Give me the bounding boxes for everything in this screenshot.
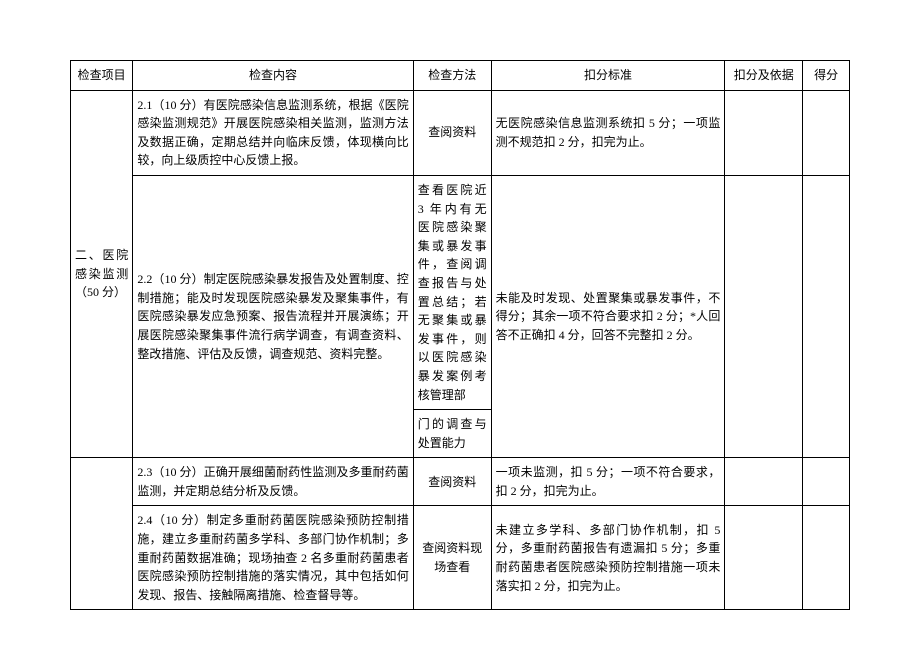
header-basis: 扣分及依据: [725, 61, 803, 91]
cell-score: [803, 458, 850, 506]
cell-content: 2.1（10 分）有医院感染信息监测系统，根据《医院感染监测规范》开展医院感染相…: [133, 90, 413, 175]
cell-std: 未建立多学科、多部门协作机制，扣 5 分，多重耐药菌报告有遗漏扣 5 分；多重耐…: [491, 506, 725, 610]
table-row: 二、医院感染监测（50 分） 2.1（10 分）有医院感染信息监测系统，根据《医…: [71, 90, 850, 175]
cell-score: [803, 90, 850, 175]
table-row: 2.4（10 分）制定多重耐药菌医院感染预防控制措施，建立多重耐药菌多学科、多部…: [71, 506, 850, 610]
table-row: 2.2（10 分）制定医院感染暴发报告及处置制度、控制措施；能及时发现医院感染暴…: [71, 175, 850, 409]
cell-std: 一项未监测，扣 5 分；一项不符合要求，扣 2 分，扣完为止。: [491, 458, 725, 506]
cell-score: [803, 506, 850, 610]
cell-method-tail: 门的调查与处置能力: [413, 410, 491, 458]
cell-std: 无医院感染信息监测系统扣 5 分；一项监测不规范扣 2 分，扣完为止。: [491, 90, 725, 175]
header-row: 检查项目 检查内容 检查方法 扣分标准 扣分及依据 得分: [71, 61, 850, 91]
header-std: 扣分标准: [491, 61, 725, 91]
cell-basis: [725, 175, 803, 457]
table-row: 2.3（10 分）正确开展细菌耐药性监测及多重耐药菌监测，并定期总结分析及反馈。…: [71, 458, 850, 506]
header-score: 得分: [803, 61, 850, 91]
cell-method: 查阅资料: [413, 458, 491, 506]
cell-basis: [725, 506, 803, 610]
cell-content: 2.2（10 分）制定医院感染暴发报告及处置制度、控制措施；能及时发现医院感染暴…: [133, 175, 413, 457]
cell-std: 未能及时发现、处置聚集或暴发事件，不得分；其余一项不符合要求扣 2 分；*人回答…: [491, 175, 725, 457]
cell-method: 查阅资料: [413, 90, 491, 175]
cell-method: 查阅资料现场查看: [413, 506, 491, 610]
header-content: 检查内容: [133, 61, 413, 91]
header-item: 检查项目: [71, 61, 133, 91]
cell-content: 2.3（10 分）正确开展细菌耐药性监测及多重耐药菌监测，并定期总结分析及反馈。: [133, 458, 413, 506]
cell-score: [803, 175, 850, 457]
cell-basis: [725, 458, 803, 506]
section-title-cont: [71, 458, 133, 610]
cell-content: 2.4（10 分）制定多重耐药菌医院感染预防控制措施，建立多重耐药菌多学科、多部…: [133, 506, 413, 610]
section-title: 二、医院感染监测（50 分）: [71, 90, 133, 458]
cell-method: 查看医院近 3 年内有无医院感染聚集或暴发事件，查阅调查报告与处置总结；若无聚集…: [413, 175, 491, 409]
inspection-table: 检查项目 检查内容 检查方法 扣分标准 扣分及依据 得分 二、医院感染监测（50…: [70, 60, 850, 610]
cell-basis: [725, 90, 803, 175]
header-method: 检查方法: [413, 61, 491, 91]
